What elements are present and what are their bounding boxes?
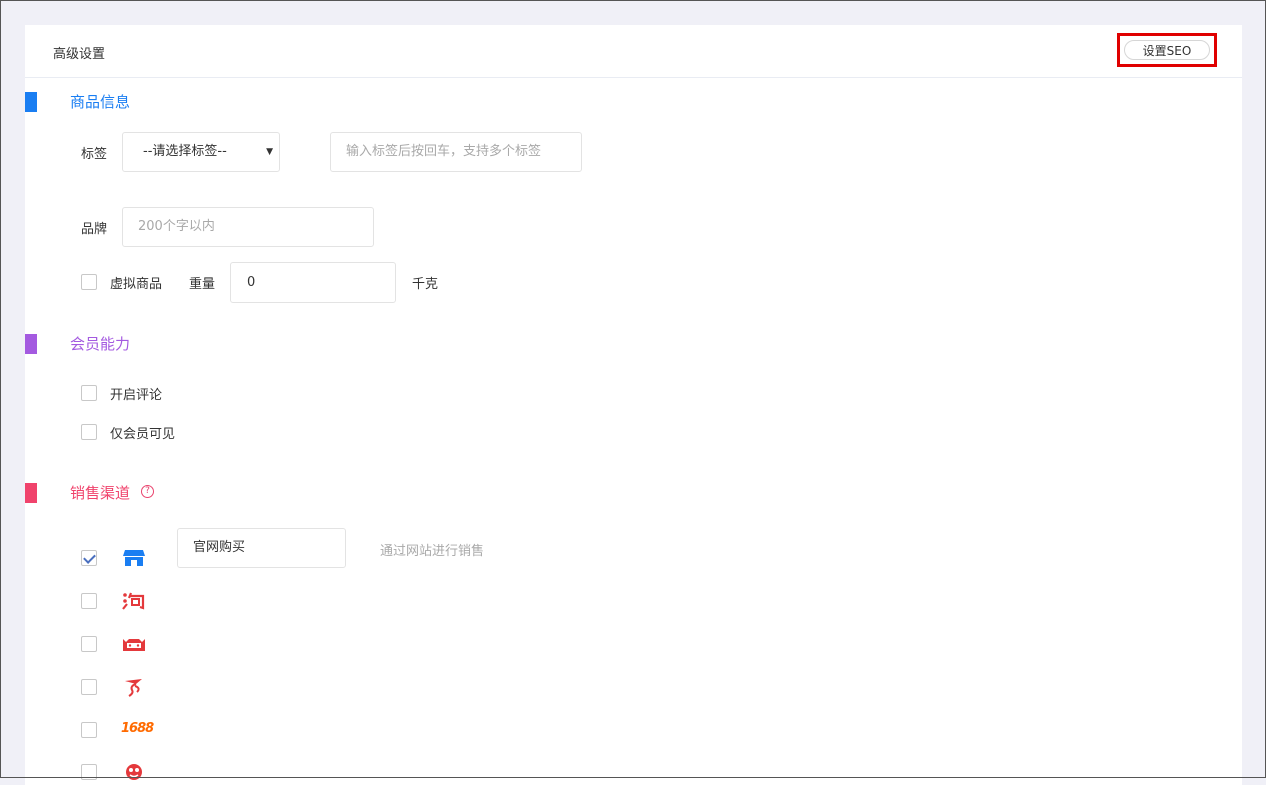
weight-unit: 千克 [412, 277, 439, 292]
channel-jd-checkbox[interactable] [81, 679, 97, 695]
channel-store-description: 通过网站进行销售 [380, 544, 485, 559]
members-only-label: 仅会员可见 [110, 427, 176, 442]
1688-icon: 1688 [121, 721, 154, 736]
panel-header: 高级设置 设置SEO [25, 25, 1242, 78]
tag-input-placeholder: 输入标签后按回车，支持多个标签 [346, 144, 542, 159]
set-seo-button[interactable]: 设置SEO [1124, 40, 1210, 60]
caret-down-icon: ▼ [266, 147, 273, 157]
advanced-settings-panel: 高级设置 设置SEO 商品信息 标签 --请选择标签-- ▼ 输入标签后按回车，… [25, 25, 1242, 785]
taobao-icon [122, 592, 145, 610]
weight-input[interactable]: 0 [230, 262, 396, 303]
help-icon[interactable]: ? [141, 485, 154, 498]
members-only-checkbox[interactable] [81, 424, 97, 440]
virtual-product-checkbox[interactable] [81, 274, 97, 290]
channel-store-checkbox[interactable] [81, 550, 97, 566]
section-title-sales: 销售渠道 [70, 484, 131, 502]
tag-label: 标签 [81, 147, 108, 162]
virtual-product-label: 虚拟商品 [110, 277, 163, 292]
tmall-icon [123, 639, 145, 651]
section-marker-product [25, 92, 37, 112]
brand-input-placeholder: 200个字以内 [138, 219, 215, 234]
tag-input[interactable]: 输入标签后按回车，支持多个标签 [330, 132, 582, 172]
section-marker-member [25, 334, 37, 354]
channel-store-name: 官网购买 [193, 540, 246, 555]
section-title-product: 商品信息 [70, 93, 131, 111]
channel-1688-checkbox[interactable] [81, 722, 97, 738]
weight-input-value: 0 [247, 275, 256, 290]
enable-comments-checkbox[interactable] [81, 385, 97, 401]
panel-title: 高级设置 [53, 47, 106, 62]
jd-icon [125, 679, 142, 697]
section-title-member: 会员能力 [70, 335, 131, 353]
section-marker-sales [25, 483, 37, 503]
channel-store-name-input[interactable]: 官网购买 [177, 528, 346, 568]
store-icon [123, 550, 145, 566]
tag-select[interactable]: --请选择标签-- ▼ [122, 132, 280, 172]
brand-input[interactable]: 200个字以内 [122, 207, 374, 247]
enable-comments-label: 开启评论 [110, 388, 163, 403]
pinduoduo-icon [126, 764, 142, 780]
weight-label: 重量 [189, 277, 216, 292]
channel-tmall-checkbox[interactable] [81, 636, 97, 652]
brand-label: 品牌 [81, 222, 108, 237]
seo-highlight: 设置SEO [1117, 33, 1217, 67]
channel-taobao-checkbox[interactable] [81, 593, 97, 609]
tag-select-value: --请选择标签-- [143, 144, 227, 159]
